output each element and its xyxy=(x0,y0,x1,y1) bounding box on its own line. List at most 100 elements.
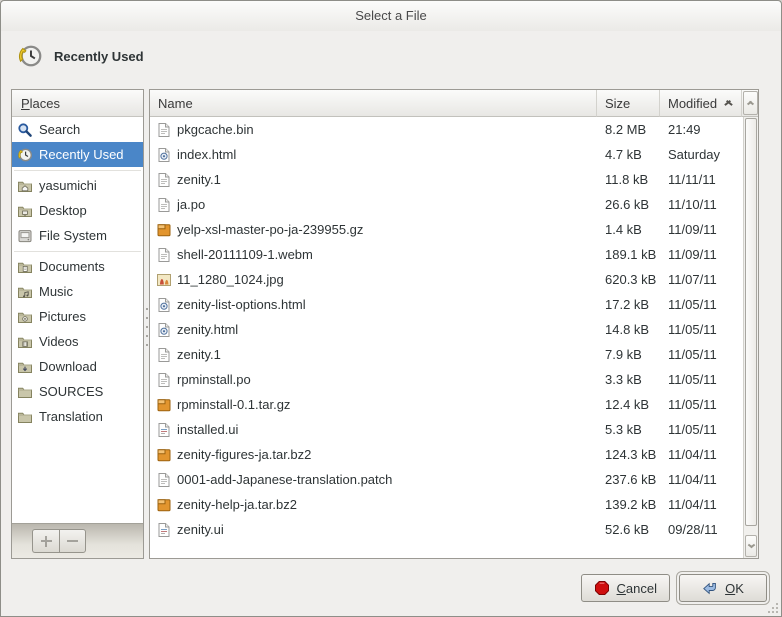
file-modified: 21:49 xyxy=(660,122,743,137)
dialog-action-area: Cancel OK xyxy=(581,574,767,602)
scroll-up-button[interactable] xyxy=(743,91,758,115)
desktop-icon xyxy=(17,203,33,219)
file-size: 11.8 kB xyxy=(597,172,660,187)
cancel-button[interactable]: Cancel xyxy=(581,574,670,602)
file-size: 5.3 kB xyxy=(597,422,660,437)
file-row[interactable]: zenity.html14.8 kB11/05/11 xyxy=(150,317,743,342)
minus-icon xyxy=(67,536,78,547)
file-list-body: pkgcache.bin8.2 MB21:49index.html4.7 kBS… xyxy=(150,117,758,558)
file-row[interactable]: rpminstall-0.1.tar.gz12.4 kB11/05/11 xyxy=(150,392,743,417)
folder-icon xyxy=(17,409,33,425)
file-row[interactable]: zenity-list-options.html17.2 kB11/05/11 xyxy=(150,292,743,317)
file-size: 1.4 kB xyxy=(597,222,660,237)
file-name: installed.ui xyxy=(177,422,597,437)
filesystem-icon xyxy=(17,228,33,244)
place-item-translation[interactable]: Translation xyxy=(12,404,143,429)
current-location-header: Recently Used xyxy=(17,43,144,69)
file-size: 237.6 kB xyxy=(597,472,660,487)
file-size: 12.4 kB xyxy=(597,397,660,412)
file-type-html-icon xyxy=(156,147,172,163)
file-size: 139.2 kB xyxy=(597,497,660,512)
file-row[interactable]: pkgcache.bin8.2 MB21:49 xyxy=(150,117,743,142)
file-type-html-icon xyxy=(156,297,172,313)
file-name: 0001-add-Japanese-translation.patch xyxy=(177,472,597,487)
place-label: Search xyxy=(39,122,80,137)
file-type-text-icon xyxy=(156,122,172,138)
file-icon-cell xyxy=(150,247,177,263)
add-place-button[interactable] xyxy=(32,529,59,553)
file-icon-cell xyxy=(150,122,177,138)
file-row[interactable]: index.html4.7 kBSaturday xyxy=(150,142,743,167)
file-type-text-icon xyxy=(156,247,172,263)
column-header-size[interactable]: Size xyxy=(597,90,660,117)
file-row[interactable]: rpminstall.po3.3 kB11/05/11 xyxy=(150,367,743,392)
resize-grip[interactable] xyxy=(767,602,778,613)
place-item-download[interactable]: Download xyxy=(12,354,143,379)
file-row[interactable]: 0001-add-Japanese-translation.patch237.6… xyxy=(150,467,743,492)
column-header-modified[interactable]: Modified xyxy=(660,90,742,117)
search-icon xyxy=(17,122,33,138)
file-type-text-icon xyxy=(156,347,172,363)
places-header-label: Places xyxy=(21,96,60,111)
file-name: zenity.1 xyxy=(177,347,597,362)
file-modified: 11/05/11 xyxy=(660,322,743,337)
file-row[interactable]: zenity.ui52.6 kB09/28/11 xyxy=(150,517,743,542)
column-header-name[interactable]: Name xyxy=(150,90,597,117)
place-label: File System xyxy=(39,228,107,243)
place-label: yasumichi xyxy=(39,178,97,193)
file-type-text-icon xyxy=(156,197,172,213)
place-item-videos[interactable]: Videos xyxy=(12,329,143,354)
remove-place-button[interactable] xyxy=(59,529,86,553)
file-row[interactable]: zenity-figures-ja.tar.bz2124.3 kB11/04/1… xyxy=(150,442,743,467)
place-item-yasumichi[interactable]: yasumichi xyxy=(12,173,143,198)
home-icon xyxy=(17,178,33,194)
file-row[interactable]: shell-20111109-1.webm189.1 kB11/09/11 xyxy=(150,242,743,267)
file-icon-cell xyxy=(150,422,177,438)
place-item-file-system[interactable]: File System xyxy=(12,223,143,248)
file-icon-cell xyxy=(150,447,177,463)
file-modified: 11/05/11 xyxy=(660,397,743,412)
file-name: zenity-figures-ja.tar.bz2 xyxy=(177,447,597,462)
file-icon-cell xyxy=(150,147,177,163)
file-size: 189.1 kB xyxy=(597,247,660,262)
place-label: Recently Used xyxy=(39,147,124,162)
place-label: Translation xyxy=(39,409,103,424)
file-modified: 11/09/11 xyxy=(660,247,743,262)
file-type-archive-icon xyxy=(156,497,172,513)
place-item-documents[interactable]: Documents xyxy=(12,254,143,279)
place-item-pictures[interactable]: Pictures xyxy=(12,304,143,329)
ok-arrow-icon xyxy=(702,580,718,596)
file-modified: 11/07/11 xyxy=(660,272,743,287)
file-icon-cell xyxy=(150,297,177,313)
place-item-music[interactable]: Music xyxy=(12,279,143,304)
file-row[interactable]: zenity.17.9 kB11/05/11 xyxy=(150,342,743,367)
file-size: 124.3 kB xyxy=(597,447,660,462)
file-name: zenity.ui xyxy=(177,522,597,537)
stop-icon xyxy=(594,580,610,596)
place-item-sources[interactable]: SOURCES xyxy=(12,379,143,404)
file-icon-cell xyxy=(150,322,177,338)
scroll-down-button[interactable] xyxy=(745,535,757,557)
file-name: yelp-xsl-master-po-ja-239955.gz xyxy=(177,222,597,237)
file-modified: 11/05/11 xyxy=(660,372,743,387)
places-separator xyxy=(12,167,143,173)
file-modified: 11/05/11 xyxy=(660,297,743,312)
place-item-search[interactable]: Search xyxy=(12,117,143,142)
file-row[interactable]: zenity-help-ja.tar.bz2139.2 kB11/04/11 xyxy=(150,492,743,517)
place-label: SOURCES xyxy=(39,384,103,399)
scrollbar-thumb[interactable] xyxy=(745,118,757,526)
file-row[interactable]: ja.po26.6 kB11/10/11 xyxy=(150,192,743,217)
file-row[interactable]: installed.ui5.3 kB11/05/11 xyxy=(150,417,743,442)
file-row[interactable]: yelp-xsl-master-po-ja-239955.gz1.4 kB11/… xyxy=(150,217,743,242)
file-modified: 11/04/11 xyxy=(660,497,743,512)
file-row[interactable]: zenity.111.8 kB11/11/11 xyxy=(150,167,743,192)
file-row[interactable]: 11_1280_1024.jpg620.3 kB11/07/11 xyxy=(150,267,743,292)
ok-button[interactable]: OK xyxy=(679,574,767,602)
titlebar[interactable]: Select a File xyxy=(1,1,781,31)
place-item-desktop[interactable]: Desktop xyxy=(12,198,143,223)
places-column-header[interactable]: Places xyxy=(12,90,143,117)
place-item-recently-used[interactable]: Recently Used xyxy=(12,142,143,167)
scrollbar-top-box xyxy=(742,90,758,117)
vertical-scrollbar[interactable] xyxy=(743,117,758,558)
place-label: Download xyxy=(39,359,97,374)
